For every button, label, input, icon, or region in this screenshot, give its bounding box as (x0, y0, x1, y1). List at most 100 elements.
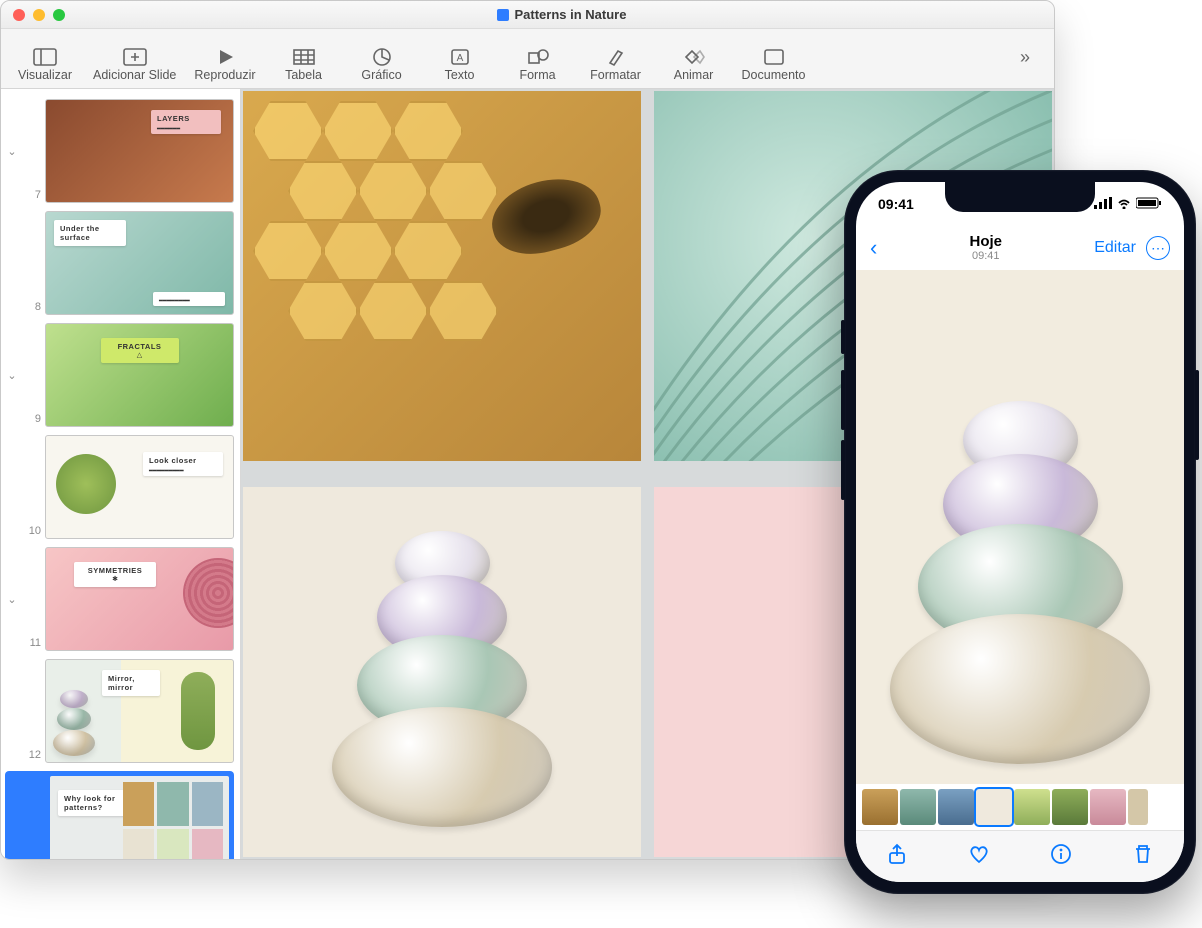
disclosure-chevron-icon[interactable]: ⌄ (5, 145, 19, 158)
trash-button[interactable] (1131, 842, 1155, 871)
battery-icon (1136, 196, 1162, 212)
slide-thumb-row[interactable]: ⌄ 11 SYMMETRIES✱ (5, 547, 234, 651)
strip-thumb[interactable] (1052, 789, 1088, 825)
format-label: Formatar (590, 68, 641, 82)
slide-thumbnail[interactable]: Mirror, mirror (45, 659, 234, 763)
chart-icon (368, 46, 396, 68)
slide-thumbnail[interactable]: Under the surface ▂▂▂▂▂▂▂▂ (45, 211, 234, 315)
slide-title-label: Under the surface (60, 224, 100, 242)
slide-thumbnail[interactable]: SYMMETRIES✱ (45, 547, 234, 651)
text-icon: A (446, 46, 474, 68)
format-button[interactable]: Formatar (586, 46, 646, 82)
slide-number: 12 (23, 749, 41, 761)
slide-number: 10 (23, 525, 41, 537)
strip-thumb[interactable] (1090, 789, 1126, 825)
iphone-screen: 09:41 ‹ Hoje 09:41 Editar ⋯ (856, 182, 1184, 882)
iphone-side-button (1195, 370, 1199, 460)
slide-thumb-row[interactable]: ⌄ 7 LAYERS▂▂▂▂▂▂ (5, 99, 234, 203)
shape-icon (524, 46, 552, 68)
slide-thumbnail[interactable]: Look closer▂▂▂▂▂▂▂▂▂ (45, 435, 234, 539)
play-icon (211, 46, 239, 68)
add-slide-button[interactable]: Adicionar Slide (93, 46, 176, 82)
iphone-device: 09:41 ‹ Hoje 09:41 Editar ⋯ (844, 170, 1196, 894)
slide-thumb-row[interactable]: 13 Why look for patterns? (5, 771, 234, 859)
close-window-button[interactable] (13, 9, 25, 21)
slide-title-label: FRACTALS (118, 342, 162, 351)
document-label: Documento (742, 68, 806, 82)
text-label: Texto (445, 68, 475, 82)
document-icon (497, 9, 509, 21)
disclosure-chevron-icon[interactable]: ⌄ (5, 593, 19, 606)
table-icon (290, 46, 318, 68)
slide-title-label: Why look for patterns? (64, 794, 115, 812)
table-label: Tabela (285, 68, 322, 82)
photo-thumbnail-strip[interactable] (856, 784, 1184, 830)
info-button[interactable] (1049, 842, 1073, 871)
chart-button[interactable]: Gráfico (352, 46, 412, 82)
window-titlebar: Patterns in Nature (1, 1, 1054, 29)
slide-title-label: LAYERS (157, 114, 190, 123)
play-button[interactable]: Reproduzir (194, 46, 255, 82)
slide-thumb-row[interactable]: 8 Under the surface ▂▂▂▂▂▂▂▂ (5, 211, 234, 315)
slide-title-label: SYMMETRIES (88, 566, 143, 575)
disclosure-chevron-icon[interactable]: ⌄ (5, 369, 19, 382)
status-time: 09:41 (878, 196, 914, 212)
animate-icon (680, 46, 708, 68)
strip-thumb[interactable] (900, 789, 936, 825)
strip-thumb[interactable] (862, 789, 898, 825)
nav-title: Hoje (970, 234, 1003, 251)
slide-thumb-row[interactable]: ⌄ 9 FRACTALS△ (5, 323, 234, 427)
view-button[interactable]: Visualizar (15, 46, 75, 82)
favorite-button[interactable] (967, 842, 991, 871)
chart-label: Gráfico (361, 68, 401, 82)
slide-title-label: Mirror, mirror (108, 674, 135, 692)
slide-navigator[interactable]: ⌄ 7 LAYERS▂▂▂▂▂▂ 8 Under the surface ▂▂▂… (1, 89, 241, 859)
strip-thumb[interactable] (1014, 789, 1050, 825)
shape-label: Forma (519, 68, 555, 82)
toolbar: Visualizar Adicionar Slide Reproduzir Ta… (1, 29, 1054, 89)
slide-thumb-row[interactable]: 10 Look closer▂▂▂▂▂▂▂▂▂ (5, 435, 234, 539)
slide-number: 8 (23, 301, 41, 313)
slide-thumbnail[interactable]: Why look for patterns? (49, 775, 230, 859)
slide-thumb-row[interactable]: 12 Mirror, mirror (5, 659, 234, 763)
nav-subtitle: 09:41 (970, 250, 1003, 262)
animate-button[interactable]: Animar (664, 46, 724, 82)
document-button[interactable]: Documento (742, 46, 806, 82)
canvas-image[interactable] (243, 91, 641, 461)
slide-thumbnail[interactable]: LAYERS▂▂▂▂▂▂ (45, 99, 234, 203)
slide-thumbnail[interactable]: FRACTALS△ (45, 323, 234, 427)
shape-button[interactable]: Forma (508, 46, 568, 82)
back-button[interactable]: ‹ (870, 235, 877, 261)
slide-number: 11 (23, 637, 41, 649)
table-button[interactable]: Tabela (274, 46, 334, 82)
share-button[interactable] (885, 842, 909, 871)
window-controls (13, 9, 65, 21)
edit-button[interactable]: Editar (1094, 239, 1136, 257)
plus-slide-icon (121, 46, 149, 68)
iphone-volume-up (841, 370, 845, 430)
iphone-volume-down (841, 440, 845, 500)
view-label: Visualizar (18, 68, 72, 82)
svg-text:A: A (456, 53, 463, 64)
text-button[interactable]: A Texto (430, 46, 490, 82)
iphone-notch (945, 182, 1095, 212)
photo-viewer[interactable] (856, 270, 1184, 784)
strip-thumb-selected[interactable] (976, 789, 1012, 825)
wifi-icon (1116, 196, 1132, 212)
toolbar-overflow-button[interactable]: » (1010, 47, 1040, 82)
iphone-mute-switch (841, 320, 845, 354)
slide-number: 9 (23, 413, 41, 425)
more-options-button[interactable]: ⋯ (1146, 236, 1170, 260)
photos-toolbar (856, 830, 1184, 882)
strip-thumb[interactable] (938, 789, 974, 825)
cellular-signal-icon (1094, 196, 1112, 212)
zoom-window-button[interactable] (53, 9, 65, 21)
window-title: Patterns in Nature (515, 7, 627, 22)
photos-nav-bar: ‹ Hoje 09:41 Editar ⋯ (856, 226, 1184, 270)
document-icon (760, 46, 788, 68)
strip-thumb[interactable] (1128, 789, 1148, 825)
play-label: Reproduzir (194, 68, 255, 82)
slide-number: 7 (23, 189, 41, 201)
minimize-window-button[interactable] (33, 9, 45, 21)
canvas-image[interactable] (243, 487, 641, 857)
